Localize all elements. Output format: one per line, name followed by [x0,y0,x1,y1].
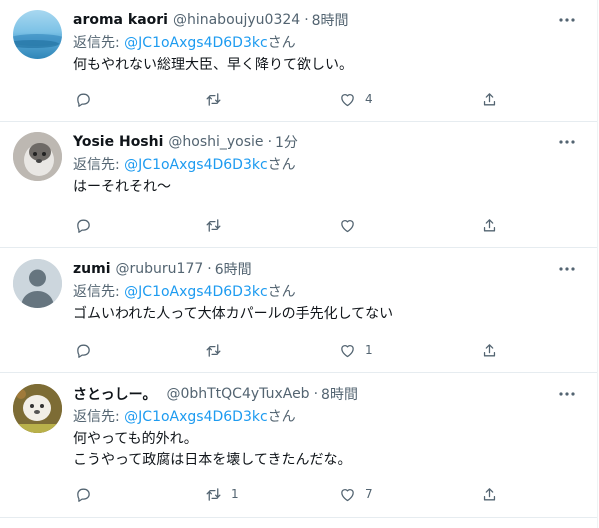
tweet-header: Yosie Hoshi @hoshi_yosie · 1分 [73,132,298,152]
reply-icon [77,344,90,358]
reply-feed: aroma kaori @hinaboujyu0324 · 8時間 返信先: @… [0,0,598,528]
like-icon [341,93,354,106]
avatar[interactable] [13,259,62,308]
mention-link[interactable]: @JC1oAxgs4D6D3kc [124,35,268,51]
like-icon [341,488,354,501]
timestamp[interactable]: 6時間 [215,259,252,279]
display-name[interactable]: aroma kaori [73,12,168,28]
reply-icon [77,219,90,233]
share-icon [483,343,496,356]
avatar[interactable] [13,384,62,433]
reply-context: 返信先: @JC1oAxgs4D6D3kcさん [73,284,296,300]
more-icon[interactable] [553,255,581,283]
retweet-button[interactable] [205,338,231,362]
mention-link[interactable]: @JC1oAxgs4D6D3kc [124,157,268,173]
user-handle[interactable]: @hoshi_yosie [168,134,263,150]
avatar[interactable] [13,132,62,181]
retweet-icon [206,92,221,106]
tweet-header: zumi @ruburu177 · 6時間 [73,259,252,279]
display-name[interactable]: さとっしー。 [73,384,156,404]
mention-link[interactable]: @JC1oAxgs4D6D3kc [124,284,268,300]
avatar[interactable] [13,10,62,59]
reply-button[interactable] [75,213,101,237]
more-icon[interactable] [553,128,581,156]
retweet-icon [206,218,221,232]
reply-context: 返信先: @JC1oAxgs4D6D3kcさん [73,409,296,425]
tweet-text: 何やっても的外れ。 こうやって政腐は日本を壊してきたんだな。 [73,429,585,471]
share-button[interactable] [481,482,498,506]
tweet-text: はーそれそれ～ [73,177,585,198]
like-button[interactable] [339,213,365,237]
user-handle[interactable]: @0bhTtQC4yTuxAeb [166,386,309,402]
share-button[interactable] [481,87,498,111]
tweet[interactable]: さとっしー。 @0bhTtQC4yTuxAeb · 8時間 返信先: @JC1o… [0,372,597,518]
reply-icon [77,488,90,502]
action-bar: 4 [73,87,597,111]
reply-icon [77,93,90,107]
reply-context: 返信先: @JC1oAxgs4D6D3kcさん [73,157,296,173]
tweet[interactable]: aroma kaori @hinaboujyu0324 · 8時間 返信先: @… [0,0,597,122]
reply-button[interactable] [75,482,101,506]
reply-button[interactable] [75,338,101,362]
timestamp[interactable]: 1分 [275,132,298,152]
share-icon [483,487,496,500]
timestamp[interactable]: 8時間 [321,384,358,404]
share-button[interactable] [481,338,498,362]
timestamp[interactable]: 8時間 [312,10,349,30]
share-icon [483,92,496,105]
tweet-text: 何もやれない総理大臣、早く降りて欲しい。 [73,55,585,76]
tweet-text-line: ゴムいわれた人って大体カパールの手先化してない [73,306,394,322]
tweet-header: さとっしー。 @0bhTtQC4yTuxAeb · 8時間 [73,384,358,404]
user-handle[interactable]: @hinaboujyu0324 [173,12,300,28]
user-handle[interactable]: @ruburu177 [116,261,204,277]
action-bar [73,213,597,237]
tweet-text: ゴムいわれた人って大体カパールの手先化してない [73,304,585,325]
share-button[interactable] [481,213,498,237]
tweet[interactable]: Yosie Hoshi @hoshi_yosie · 1分 返信先: @JC1o… [0,121,597,248]
tweet-text-line: はーそれそれ～ [73,179,171,195]
like-button[interactable]: 7 [339,482,373,506]
share-icon [483,218,496,231]
tweet-text-line: こうやって政腐は日本を壊してきたんだな。 [73,452,352,468]
retweet-button[interactable] [205,213,231,237]
retweet-icon [206,487,221,501]
more-icon[interactable] [553,380,581,408]
reply-context: 返信先: @JC1oAxgs4D6D3kcさん [73,35,296,51]
like-button[interactable]: 1 [339,338,373,362]
reply-button[interactable] [75,87,101,111]
retweet-button[interactable]: 1 [205,482,239,506]
mention-link[interactable]: @JC1oAxgs4D6D3kc [124,409,268,425]
display-name[interactable]: zumi [73,261,111,277]
more-icon[interactable] [553,6,581,34]
tweet-header: aroma kaori @hinaboujyu0324 · 8時間 [73,10,349,30]
tweet-text-line: 何もやれない総理大臣、早く降りて欲しい。 [73,57,353,73]
action-bar: 1 [73,338,597,362]
like-icon [341,219,354,232]
tweet-text-line: 何やっても的外れ。 [73,431,198,447]
tweet[interactable]: zumi @ruburu177 · 6時間 返信先: @JC1oAxgs4D6D… [0,247,597,373]
display-name[interactable]: Yosie Hoshi [73,134,163,150]
retweet-button[interactable] [205,87,231,111]
action-bar: 1 7 [73,482,597,506]
like-button[interactable]: 4 [339,87,373,111]
retweet-icon [206,343,221,357]
like-icon [341,344,354,357]
